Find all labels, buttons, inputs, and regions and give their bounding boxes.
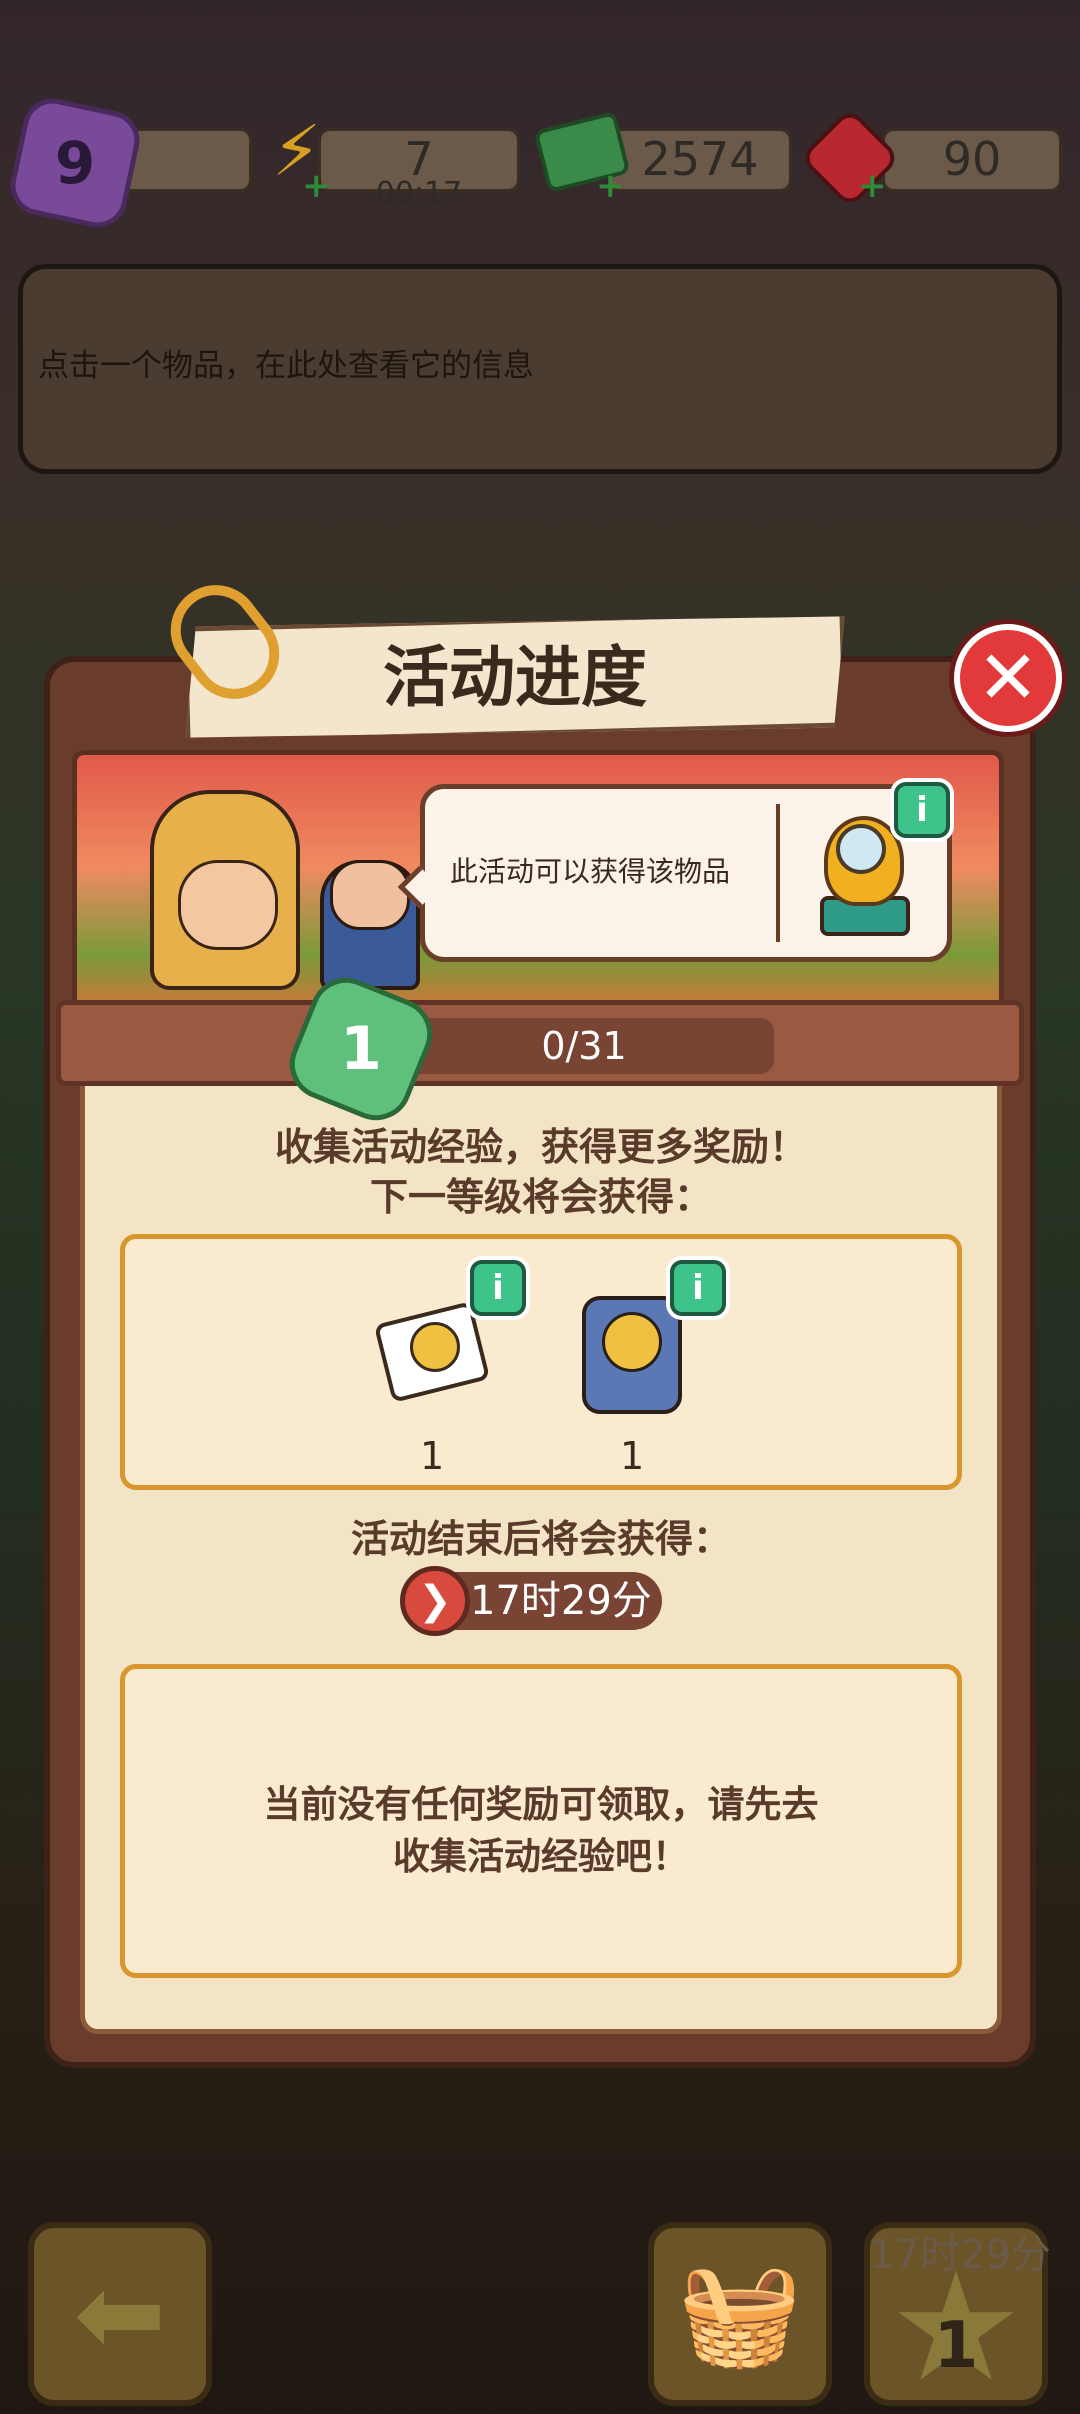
reward-2-qty: 1 (620, 1434, 645, 1478)
sticker-pack-character (602, 1312, 662, 1372)
empty-line-1: 当前没有任何奖励可领取，请先去 (263, 1783, 819, 1826)
arrow-left-icon: ⬅ (73, 2250, 167, 2378)
character-boy-face (330, 860, 410, 930)
event-star-count: 1 (933, 2309, 979, 2383)
empty-line-2: 收集活动经验吧！ (393, 1835, 689, 1878)
event-timer-text: 17时29分 (470, 1578, 652, 1624)
basket-icon: 🧺 (677, 2255, 803, 2372)
item-info-text: 点击一个物品，在此处查看它的信息 (38, 348, 534, 384)
next-level-rewards (120, 1234, 962, 1490)
dialog-title: 活动进度 (383, 639, 647, 716)
event-star-timer: 17时29分 (869, 2232, 1051, 2278)
energy-timer: 00:17 (375, 176, 463, 211)
event-level-number: 1 (340, 1014, 382, 1084)
reward-1-qty: 1 (420, 1434, 445, 1478)
tooltip-divider (776, 804, 780, 942)
tooltip-text: 此活动可以获得该物品 (450, 855, 731, 888)
level-number: 9 (54, 129, 96, 197)
character-girl-face (178, 860, 278, 950)
photo-card-character (410, 1322, 460, 1372)
chevron-icon: ❯ (418, 1578, 452, 1624)
close-icon: ✕ (976, 635, 1039, 721)
info-glyph: i (916, 790, 928, 830)
cash-value: 2574 (641, 132, 759, 186)
info-glyph: i (492, 1268, 504, 1308)
desc-line-1: 收集活动经验，获得更多奖励！ (274, 1125, 807, 1169)
desc-line-2: 下一等级将会获得： (369, 1175, 712, 1219)
info-glyph: i (692, 1268, 704, 1308)
magnifier-icon (836, 824, 886, 874)
gems-value: 90 (942, 132, 1002, 186)
progress-text: 0/31 (541, 1024, 627, 1068)
after-end-text: 活动结束后将会获得： (350, 1517, 731, 1561)
